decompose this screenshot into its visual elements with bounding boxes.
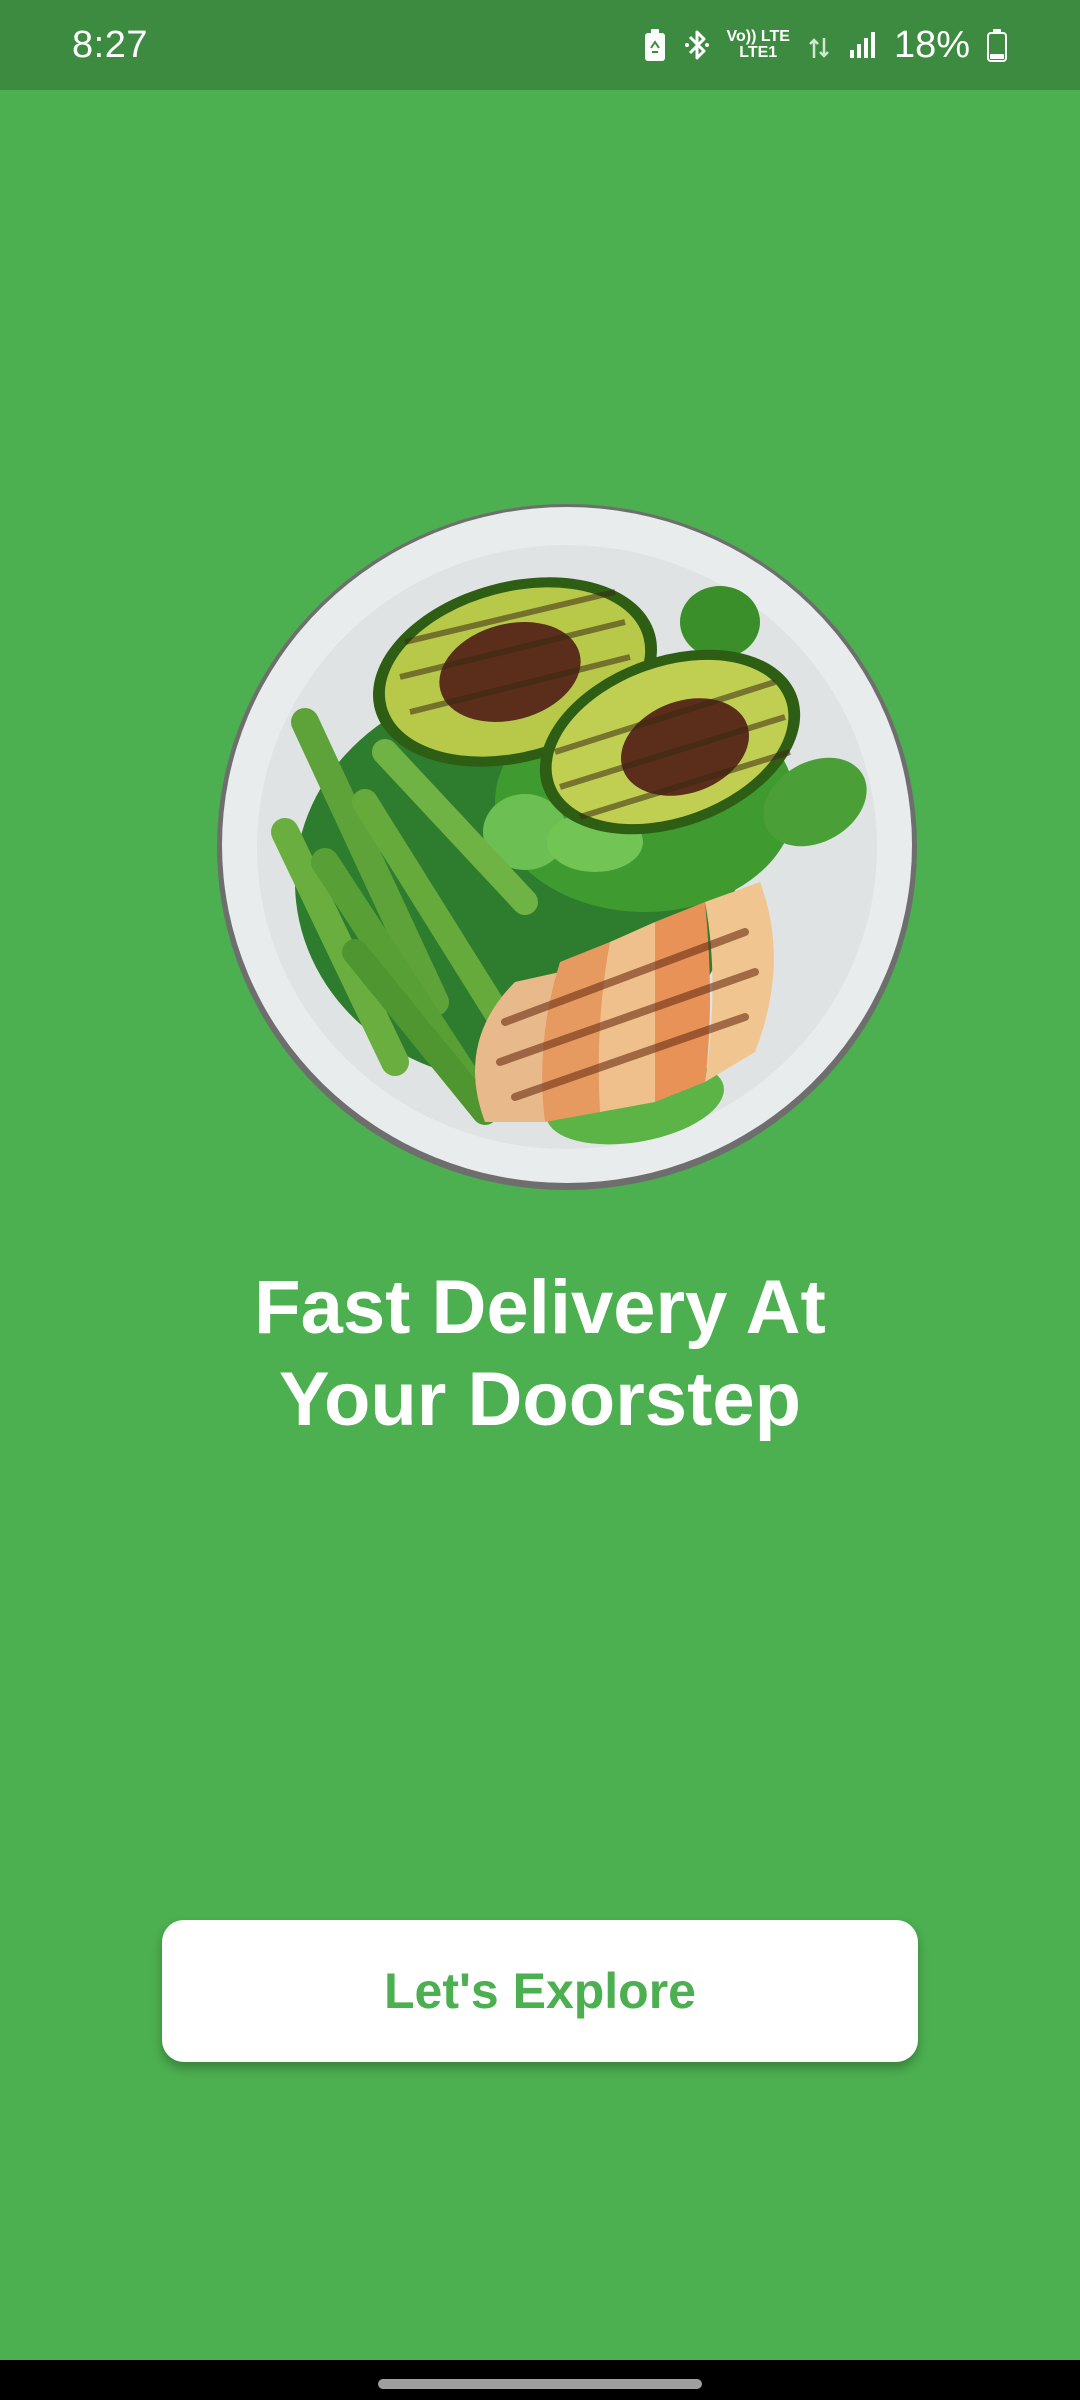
status-icons: Vo)) LTE LTE1 18% — [643, 20, 1008, 70]
headline-line-2: Your Doorstep — [278, 1357, 802, 1442]
battery-saver-icon — [643, 28, 667, 62]
volte-top-text: Vo)) LTE — [726, 28, 790, 45]
battery-icon — [986, 28, 1008, 62]
volte-bottom-text: LTE1 — [739, 44, 778, 61]
status-bar: 8:27 Vo)) LTE LTE1 18% — [0, 0, 1080, 90]
navigation-bar — [0, 2360, 1080, 2400]
lets-explore-button[interactable]: Let's Explore — [162, 1920, 918, 2062]
salad-bowl-image — [215, 502, 919, 1192]
bluetooth-icon — [683, 28, 711, 62]
home-gesture-handle[interactable] — [378, 2379, 702, 2389]
onboarding-screen: 8:27 Vo)) LTE LTE1 18% Fast Delivery At … — [0, 0, 1080, 2400]
headline-line-1: Fast Delivery At — [254, 1265, 826, 1350]
battery-percent: 18% — [893, 24, 970, 66]
signal-icon — [848, 30, 878, 60]
status-time: 8:27 — [72, 24, 148, 66]
headline: Fast Delivery At Your Doorstep — [140, 1262, 940, 1446]
lte-data-icon — [806, 28, 832, 62]
volte-icon: Vo)) LTE LTE1 — [727, 29, 790, 61]
